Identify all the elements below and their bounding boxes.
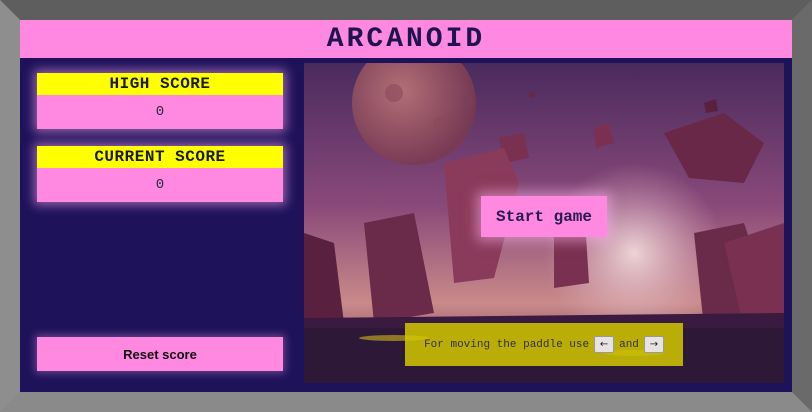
controls-hint: For moving the paddle use ← and →	[405, 323, 683, 366]
high-score-label: HIGH SCORE	[37, 73, 283, 95]
left-arrow-key-icon: ←	[594, 336, 615, 353]
current-score-label: CURRENT SCORE	[37, 146, 283, 168]
frame-bevel-bottom	[0, 392, 812, 412]
hint-joiner: and	[619, 338, 639, 351]
frame-bevel-left	[0, 0, 20, 412]
right-arrow-key-icon: →	[643, 336, 664, 353]
current-score-panel: CURRENT SCORE 0	[37, 146, 283, 202]
high-score-value: 0	[37, 95, 283, 129]
game-title: ARCANOID	[20, 20, 792, 58]
frame-bevel-top	[0, 0, 812, 20]
hint-text: For moving the paddle use	[424, 338, 590, 351]
start-game-button[interactable]: Start game	[481, 196, 607, 237]
current-score-value: 0	[37, 168, 283, 202]
reset-score-button[interactable]: Reset score	[37, 337, 283, 371]
high-score-panel: HIGH SCORE 0	[37, 73, 283, 129]
frame-bevel-right	[792, 0, 812, 412]
